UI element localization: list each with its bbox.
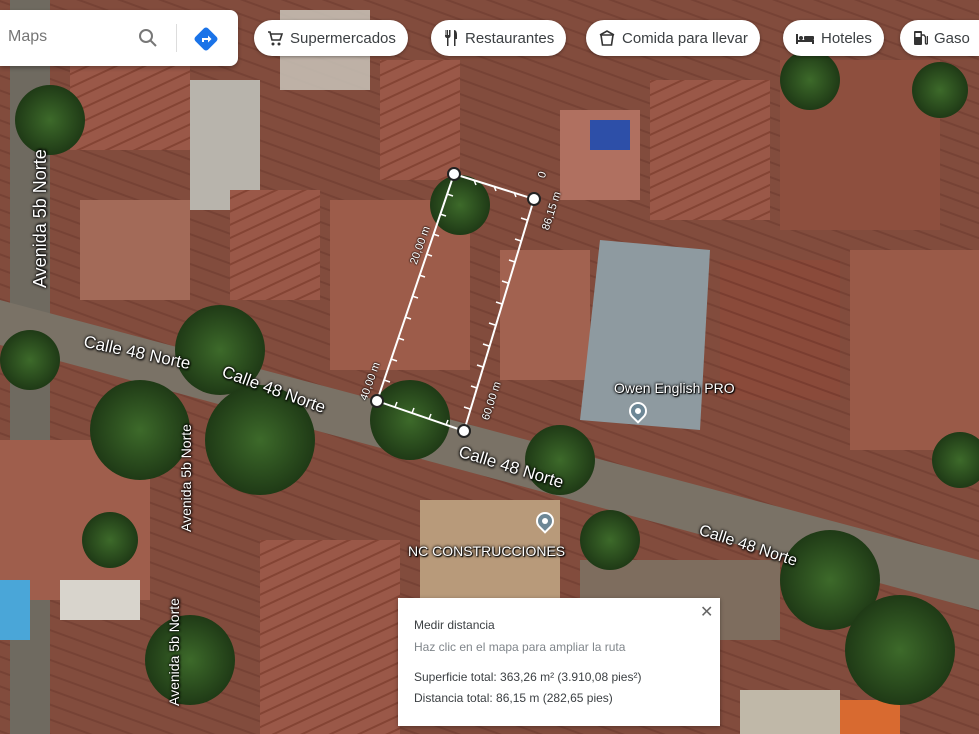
search-box[interactable] xyxy=(0,10,238,66)
cart-icon xyxy=(268,31,284,46)
total-area: Superficie total: 363,26 m² (3.910,08 pi… xyxy=(414,670,642,684)
total-distance: Distancia total: 86,15 m (282,65 pies) xyxy=(414,691,613,705)
street-label: Avenida 5b Norte xyxy=(178,424,194,532)
chip-hoteles[interactable]: Hoteles xyxy=(783,20,884,56)
chip-gasolineras[interactable]: Gaso xyxy=(900,20,979,56)
poi-label[interactable]: NC CONSTRUCCIONES xyxy=(408,543,565,559)
measure-point[interactable] xyxy=(447,167,461,181)
chip-label: Comida para llevar xyxy=(622,29,748,47)
directions-icon[interactable] xyxy=(192,25,220,53)
measure-point[interactable] xyxy=(370,394,384,408)
panel-title: Medir distancia xyxy=(414,618,495,632)
street-label: Avenida 5b Norte xyxy=(30,149,50,288)
chip-label: Supermercados xyxy=(290,29,396,47)
chip-supermercados[interactable]: Supermercados xyxy=(254,20,408,56)
panel-hint: Haz clic en el mapa para ampliar la ruta xyxy=(414,640,626,654)
chip-label: Gaso xyxy=(934,29,970,47)
measure-point[interactable] xyxy=(457,424,471,438)
bed-icon xyxy=(796,34,814,44)
poi-label[interactable]: Owen English PRO xyxy=(614,380,735,396)
fork-knife-icon xyxy=(445,30,457,46)
search-input[interactable] xyxy=(8,28,128,46)
chip-comida-para-llevar[interactable]: Comida para llevar xyxy=(586,20,760,56)
chip-label: Hoteles xyxy=(821,29,872,47)
fuel-icon xyxy=(914,31,928,45)
chip-label: Restaurantes xyxy=(465,29,555,47)
chip-restaurantes[interactable]: Restaurantes xyxy=(431,20,567,56)
measure-distance-panel: ✕ Medir distancia Haz clic en el mapa pa… xyxy=(398,598,720,726)
street-label: Avenida 5b Norte xyxy=(166,598,182,706)
takeout-icon xyxy=(599,30,615,46)
close-icon[interactable]: ✕ xyxy=(700,602,713,622)
search-icon[interactable] xyxy=(136,26,160,50)
measure-point[interactable] xyxy=(527,192,541,206)
divider xyxy=(176,24,177,52)
